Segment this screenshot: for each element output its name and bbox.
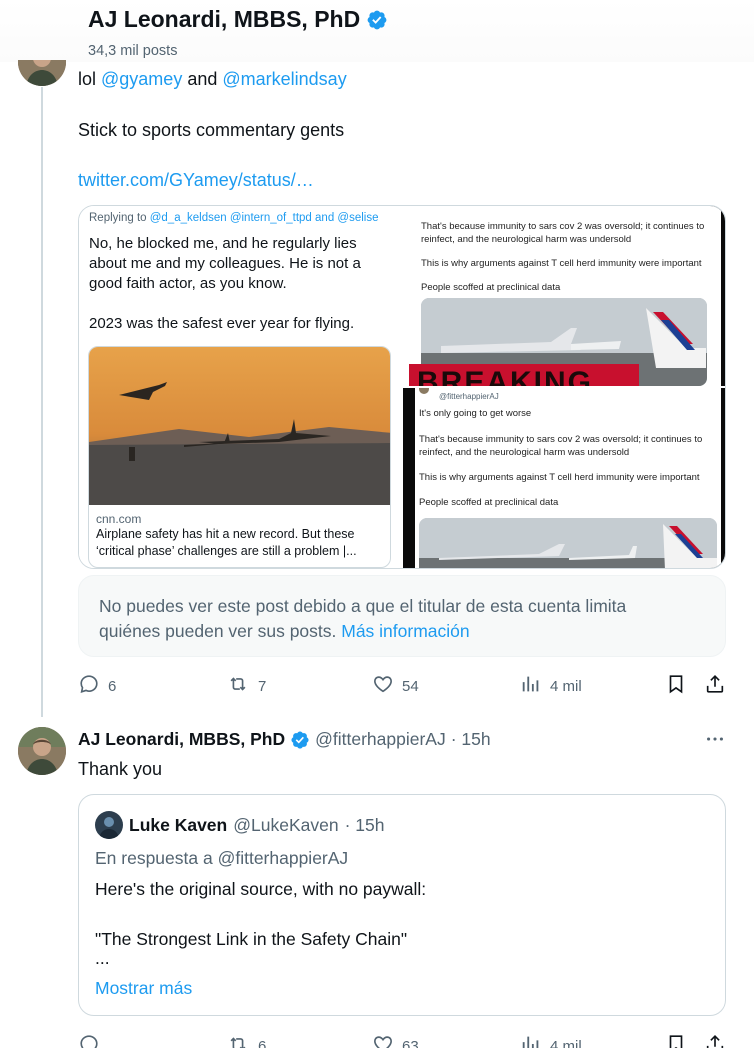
more-options-button[interactable]	[704, 728, 726, 755]
embedded-tweet-body: No, he blocked me, and he regularly lies…	[89, 235, 361, 332]
repost-button[interactable]: 7	[226, 673, 266, 699]
views-button[interactable]: 4 mil	[520, 673, 582, 699]
post-text-line1: lol @gyamey and @markelindsay	[78, 69, 347, 89]
quote-author-handle: @LukeKaven	[233, 814, 339, 835]
header-name-text: AJ Leonardi, MBBS, PhD	[88, 6, 361, 32]
share-icon	[704, 673, 726, 699]
avatar	[419, 388, 429, 394]
reply-button[interactable]: 6	[78, 673, 116, 699]
restricted-notice: No puedes ver este post debido a que el …	[78, 575, 726, 657]
bookmark-icon	[665, 673, 687, 699]
bookmark-button[interactable]	[665, 673, 687, 699]
analytics-icon	[520, 1033, 542, 1048]
post-actions: 6 7 54 4 mil	[0, 672, 754, 700]
post-text-line2: Stick to sports commentary gents	[78, 120, 345, 140]
share-button[interactable]	[704, 1033, 726, 1048]
analytics-icon	[520, 673, 542, 699]
like-count: 54	[402, 677, 419, 695]
mention-link[interactable]: @gyamey	[101, 69, 182, 89]
heart-icon	[372, 673, 394, 699]
avatar	[95, 811, 123, 839]
like-button[interactable]: 63	[372, 1033, 419, 1048]
card-domain: cnn.com	[96, 512, 142, 526]
author-name[interactable]: AJ Leonardi, MBBS, PhD	[78, 729, 285, 750]
airport-photo	[419, 518, 717, 568]
post-text: Thank you	[78, 759, 163, 779]
repost-button[interactable]: 6	[226, 1033, 266, 1048]
mention-link[interactable]: @markelindsay	[222, 69, 346, 89]
share-button[interactable]	[704, 673, 726, 699]
bookmark-button[interactable]	[665, 1033, 687, 1048]
views-button[interactable]: 4 mil	[520, 1033, 582, 1048]
avatar[interactable]	[18, 727, 66, 775]
post-url-link[interactable]: twitter.com/GYamey/status/…	[78, 168, 314, 192]
embedded-card: cnn.com Airplane safety has hit a new re…	[88, 346, 391, 568]
quoted-post[interactable]: Luke Kaven @LukeKaven · 15h En respuesta…	[78, 794, 726, 1016]
reply-count: 6	[108, 677, 117, 695]
share-icon	[704, 1033, 726, 1048]
like-button[interactable]: 54	[372, 673, 419, 699]
verified-badge-icon	[366, 9, 388, 31]
repost-icon	[226, 673, 250, 699]
quote-author-name: Luke Kaven	[129, 814, 228, 835]
views-count: 4 mil	[550, 1037, 582, 1048]
embedded-replying-to: Replying to @d_a_keldsen @intern_of_ttpd…	[89, 212, 379, 224]
airplane-photo	[89, 347, 390, 505]
media-image-top-right[interactable]: That's because immunity to sars cov 2 wa…	[403, 206, 725, 386]
reply-icon	[78, 673, 100, 699]
views-count: 4 mil	[550, 677, 582, 695]
author-handle[interactable]: @fitterhappierAJ	[315, 729, 446, 750]
post-time[interactable]: · 15h	[451, 729, 491, 750]
card-title: Airplane safety has hit a new record. Bu…	[96, 527, 357, 558]
bookmark-icon	[665, 1033, 687, 1048]
learn-more-link[interactable]: Más información	[341, 621, 469, 641]
verified-badge-icon	[290, 730, 310, 750]
post-media-grid[interactable]: Replying to @d_a_keldsen @intern_of_ttpd…	[78, 205, 726, 569]
quote-time: · 15h	[344, 814, 385, 835]
media-image-bottom-right[interactable]: @fitterhappierAJ It's only going to get …	[403, 388, 725, 568]
repost-count: 7	[258, 677, 267, 695]
quote-header: Luke Kaven @LukeKaven · 15h	[95, 811, 384, 839]
like-count: 63	[402, 1037, 419, 1048]
more-icon	[704, 737, 726, 754]
thread-line	[41, 87, 43, 717]
post-actions: 6 63 4 mil	[0, 1032, 754, 1048]
breaking-banner: BREAKING	[409, 364, 639, 386]
media-image-left[interactable]: Replying to @d_a_keldsen @intern_of_ttpd…	[79, 206, 402, 568]
quote-reply-to: En respuesta a @fitterhappierAJ	[95, 848, 349, 868]
heart-icon	[372, 1033, 394, 1048]
quote-text: Here's the original source, with no payw…	[95, 879, 427, 968]
header-name: AJ Leonardi, MBBS, PhD	[88, 6, 388, 33]
repost-count: 6	[258, 1037, 267, 1048]
reply-button[interactable]	[78, 1033, 108, 1048]
repost-icon	[226, 1033, 250, 1048]
header-post-count: 34,3 mil posts	[88, 43, 178, 59]
show-more-link[interactable]: Mostrar más	[95, 978, 192, 999]
post-header: AJ Leonardi, MBBS, PhD @fitterhappierAJ …	[78, 729, 491, 750]
reply-icon	[78, 1033, 100, 1048]
